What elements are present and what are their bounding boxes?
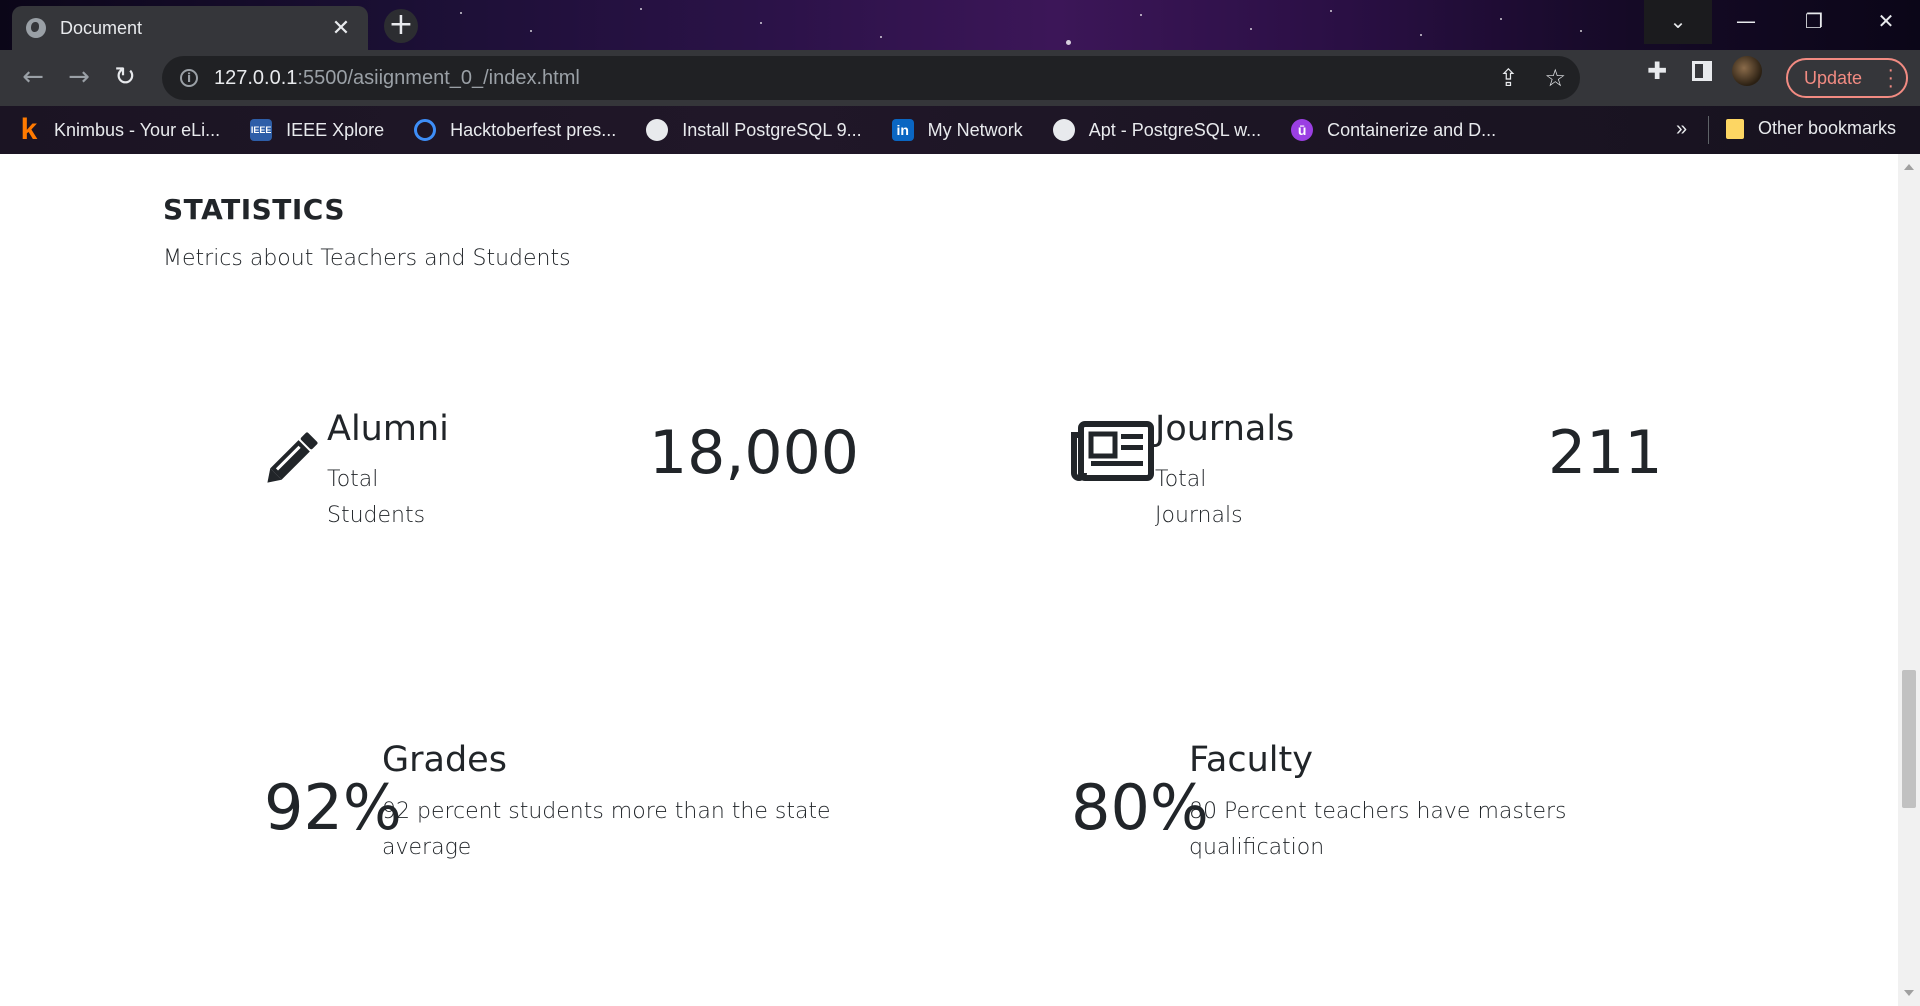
extensions-icon[interactable]: ✚ (1642, 57, 1672, 85)
globe-icon (26, 18, 46, 38)
alumni-title: Alumni (327, 409, 449, 449)
grades-description: 92 percent students more than the state … (382, 799, 831, 860)
knimbus-icon: k (20, 113, 38, 146)
browser-tab-strip: Document ✕ + ⌄ — ❐ ✕ (0, 0, 1920, 50)
page-content: STATISTICS Metrics about Teachers and St… (0, 154, 1898, 1006)
bookmark-star-icon[interactable]: ☆ (1544, 64, 1566, 92)
bookmark-apt-postgresql[interactable]: Apt - PostgreSQL w... (1052, 119, 1261, 141)
minimize-icon[interactable]: — (1712, 0, 1780, 44)
forward-arrow-icon[interactable]: → (56, 55, 102, 101)
back-arrow-icon[interactable]: ← (10, 55, 56, 101)
active-tab[interactable]: Document ✕ (12, 6, 368, 50)
bookmark-hacktoberfest[interactable]: Hacktoberfest pres... (414, 119, 616, 141)
linkedin-icon: in (891, 119, 914, 141)
journals-title: Journals (1155, 409, 1295, 449)
scrollbar-thumb[interactable] (1902, 670, 1916, 808)
more-bookmarks-icon[interactable]: » (1676, 118, 1687, 141)
profile-avatar[interactable] (1732, 56, 1762, 86)
url-text[interactable]: 127.0.0.1:5500/asiignment_0_/index.html (214, 67, 580, 90)
newspaper-icon (1071, 421, 1154, 481)
journals-value: 211 (1548, 418, 1663, 488)
ieee-icon: IEEE (250, 119, 273, 141)
grades-title: Grades (382, 740, 507, 780)
update-button[interactable]: Update · · · (1786, 58, 1908, 98)
other-bookmarks[interactable]: Other bookmarks (1726, 118, 1896, 139)
reload-icon[interactable]: ↻ (102, 55, 148, 101)
tab-title: Document (60, 17, 143, 38)
bookmark-knimbus[interactable]: k Knimbus - Your eLi... (18, 113, 220, 146)
scroll-up-icon[interactable] (1904, 164, 1914, 170)
address-bar[interactable]: i 127.0.0.1:5500/asiignment_0_/index.htm… (162, 56, 1580, 100)
close-window-icon[interactable]: ✕ (1852, 0, 1920, 44)
browser-toolbar: ← → ↻ i 127.0.0.1:5500/asiignment_0_/ind… (0, 50, 1920, 106)
bookmark-my-network[interactable]: in My Network (891, 119, 1023, 141)
hacktoberfest-icon (414, 119, 437, 141)
alumni-value: 18,000 (649, 418, 859, 488)
bookmarks-bar: k Knimbus - Your eLi... IEEE IEEE Xplore H… (0, 106, 1920, 154)
restore-icon[interactable]: ❐ (1780, 0, 1848, 44)
faculty-description: 80 Percent teachers have masters qualifi… (1189, 799, 1567, 860)
alumni-description: Total Students (327, 467, 426, 528)
globe-icon (1052, 119, 1075, 141)
journals-description: Total Journals (1155, 467, 1243, 528)
bookmark-ieee[interactable]: IEEE IEEE Xplore (250, 119, 384, 141)
pencil-icon (267, 432, 318, 483)
statistics-subtitle: Metrics about Teachers and Students (163, 246, 571, 271)
side-panel-icon[interactable] (1692, 61, 1712, 81)
page-scrollbar[interactable] (1898, 154, 1920, 1006)
share-icon[interactable]: ⇪ (1498, 64, 1518, 92)
bookmark-postgresql-install[interactable]: Install PostgreSQL 9... (646, 119, 862, 141)
faculty-title: Faculty (1189, 740, 1313, 780)
globe-icon (646, 119, 669, 141)
udemy-icon: ū (1291, 119, 1314, 141)
scroll-down-icon[interactable] (1904, 990, 1914, 996)
close-tab-icon[interactable]: ✕ (328, 16, 354, 41)
bookmarks-separator (1708, 116, 1709, 144)
tab-search-icon[interactable]: ⌄ (1644, 0, 1712, 44)
statistics-title: STATISTICS (163, 193, 346, 226)
new-tab-button[interactable]: + (384, 9, 418, 43)
menu-dots-icon[interactable]: · · · (1887, 60, 1894, 96)
bookmark-containerize[interactable]: ū Containerize and D... (1291, 119, 1496, 141)
info-icon[interactable]: i (180, 69, 198, 87)
folder-icon (1726, 118, 1744, 139)
